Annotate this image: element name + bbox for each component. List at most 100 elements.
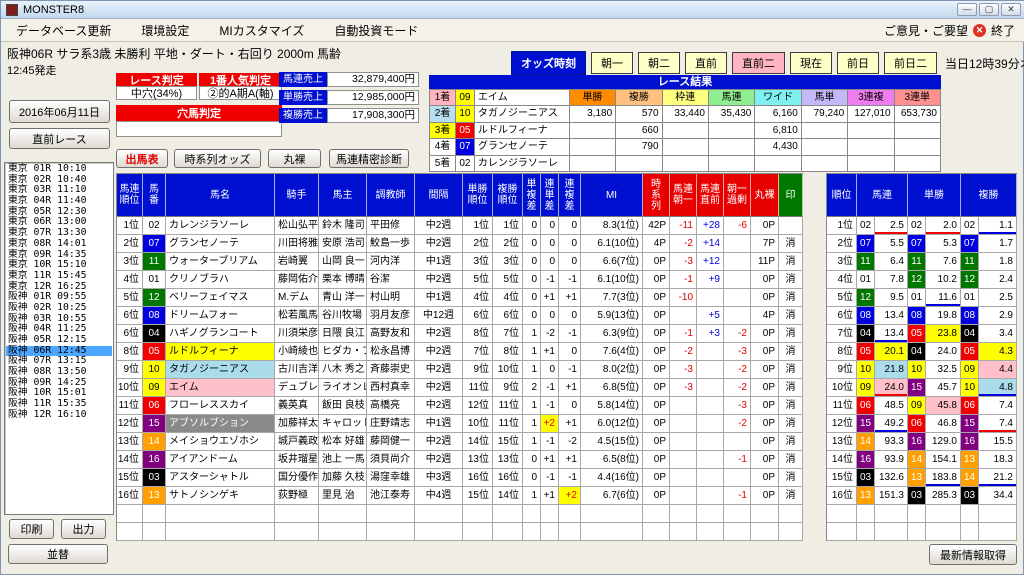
sort-button[interactable]: 並替 [8, 544, 108, 564]
odds-time-tab[interactable]: 朝二 [638, 52, 680, 74]
feedback-link[interactable]: ご意見・ご要望 [884, 22, 968, 39]
horse-number: 09 [961, 361, 979, 379]
cell-rt [541, 523, 559, 541]
table-row[interactable] [117, 505, 803, 523]
cell-tan_rank: 10位 [463, 415, 493, 433]
table-row[interactable]: 4位017.81210.2122.4 [827, 271, 1017, 289]
table-row[interactable]: 13位14メイショウエゾホシ城戸義政松本 好雄藤岡健一中2週14位15位1-1-… [117, 433, 803, 451]
table-row[interactable]: 7位0413.40523.8043.4 [827, 325, 1017, 343]
cell-owner: 安原 浩司 [319, 235, 367, 253]
odds-time-tab[interactable]: 現在 [790, 52, 832, 74]
print-button[interactable]: 印刷 [9, 519, 54, 539]
table-row[interactable]: 16位13サトノシンゲキ荻野極里見 治池江泰寿中4週15位14位1+1+26.7… [117, 487, 803, 505]
exit-icon[interactable]: ✕ [973, 24, 986, 37]
table-row[interactable] [827, 505, 1017, 523]
cell-rank: 1位 [117, 217, 143, 235]
horse-number: 14 [857, 433, 875, 451]
table-row[interactable]: 8位0520.10424.0054.3 [827, 343, 1017, 361]
race-list-item[interactable]: 東京 11R 15:45 [6, 271, 112, 282]
cell-kaj: -2 [724, 361, 751, 379]
table-row[interactable]: 10位09エイムデュブレライオンレ西村真幸中2週11位9位2-1+16.8(5位… [117, 379, 803, 397]
cell-interval: 中2週 [415, 361, 463, 379]
menu-item[interactable]: 環境設定 [126, 22, 204, 39]
table-row[interactable]: 2位075.5075.3071.7 [827, 235, 1017, 253]
cell-mark: 消 [779, 253, 803, 271]
cell-name: アイアンドーム [166, 451, 275, 469]
result-position: 3着 [430, 123, 456, 139]
table-row[interactable]: 11位0648.50945.8067.4 [827, 397, 1017, 415]
table-row[interactable]: 4位01クリノブラハ藤岡佑介栗本 博晴谷潔中2週5位5位0-1-16.1(10位… [117, 271, 803, 289]
output-button[interactable]: 出力 [61, 519, 106, 539]
table-row[interactable]: 1位022.5022.0021.1 [827, 217, 1017, 235]
action-button[interactable]: 馬連精密診断 [329, 149, 409, 168]
anauma-judge-value [116, 121, 282, 137]
table-row[interactable]: 6位0813.40819.8082.9 [827, 307, 1017, 325]
table-row[interactable]: 9位10タガノジーニアス古川吉洋八木 秀之斉藤崇史中2週9位10位10-18.0… [117, 361, 803, 379]
odds-time-tab[interactable]: 直前二 [732, 52, 785, 74]
table-row[interactable] [827, 523, 1017, 541]
table-row[interactable]: 16位13151.303285.30334.4 [827, 487, 1017, 505]
table-row[interactable]: 11位06フローレススカイ義英真飯田 良枝高橋亮中2週12位11位1-105.8… [117, 397, 803, 415]
table-row[interactable]: 15位03132.613183.81421.2 [827, 469, 1017, 487]
cell-rt: +1 [541, 289, 559, 307]
table-row[interactable]: 8位05ルドルフィーナ小崎綾也ヒダカ・ブ松永昌博中2週7位8位1+107.6(4… [117, 343, 803, 361]
table-row[interactable]: 5位129.50111.6012.5 [827, 289, 1017, 307]
col-header: 馬連 朝一 [670, 174, 697, 217]
horse-number: 10 [857, 361, 875, 379]
cell-rp: 0 [559, 397, 581, 415]
race-list[interactable]: 東京 01R 10:10東京 02R 10:40東京 03R 11:10東京 0… [4, 162, 114, 515]
table-row[interactable]: 6位04ハギノグランコート川須栄彦日隈 良江高野友和中2週8位7位1-2-16.… [117, 325, 803, 343]
action-button[interactable]: 丸裸 [268, 149, 321, 168]
horse-number: 15 [961, 415, 979, 433]
action-button[interactable]: 出馬表 [116, 149, 168, 168]
table-row[interactable]: 6位08ドリームフォー松若風馬谷川牧場羽月友彦中12週6位6位0005.9(13… [117, 307, 803, 325]
table-row[interactable]: 15位03アスターシャトル国分優作加藤 久枝湯窪幸雄中3週16位16位0-1-1… [117, 469, 803, 487]
horse-number: 09 [908, 397, 926, 415]
table-row[interactable]: 10位0924.01545.7104.8 [827, 379, 1017, 397]
date-button[interactable]: 2016年06月11日 [9, 100, 110, 123]
table-row[interactable] [117, 523, 803, 541]
odds-time-tab[interactable]: 前日 [837, 52, 879, 74]
cell-kaj [724, 289, 751, 307]
table-row[interactable]: 3位116.4117.6111.8 [827, 253, 1017, 271]
table-row[interactable]: 14位1693.914154.11318.3 [827, 451, 1017, 469]
cell-ts: 0P [643, 469, 670, 487]
race-list-item[interactable]: 阪神 12R 16:10 [6, 410, 112, 421]
minimize-button[interactable]: — [957, 3, 977, 16]
table-row[interactable]: 3位11ウォーターブリアム岩崎翼山岡 良一河内洋中1週3位3位0006.6(7位… [117, 253, 803, 271]
menu-item[interactable]: MIカスタマイズ [204, 22, 319, 39]
table-row[interactable]: 5位12ベリーフェイマスM.デム青山 洋一村山明中1週4位4位0+1+17.7(… [117, 289, 803, 307]
table-row[interactable]: 12位1549.20646.8157.4 [827, 415, 1017, 433]
cell-cho [697, 289, 724, 307]
horse-number: 01 [857, 271, 875, 289]
menu-item[interactable]: データベース更新 [1, 22, 126, 39]
table-row[interactable]: 2位07グランセノーテ川田将雅安原 浩司鮫島一歩中2週2位2位0006.1(10… [117, 235, 803, 253]
odds-time-tab[interactable]: 直前 [685, 52, 727, 74]
table-row[interactable]: 12位15アブソルブション加藤祥太キャロット庄野靖志中1週10位11位1+2+1… [117, 415, 803, 433]
exit-button[interactable]: 終了 [991, 22, 1015, 39]
cell-cho: +9 [697, 271, 724, 289]
cell-num: 06 [143, 397, 166, 415]
cell-rank: 6位 [827, 307, 857, 325]
action-button[interactable]: 時系列オッズ [174, 149, 261, 168]
cell-mark: 消 [779, 487, 803, 505]
table-row[interactable]: 13位1493.316129.01615.5 [827, 433, 1017, 451]
cell-ts [643, 505, 670, 523]
table-row[interactable]: 1位02カレンジラソーレ松山弘平鈴木 隆司平田修中2週1位1位0008.3(1位… [117, 217, 803, 235]
odds-time-tab[interactable]: 朝一 [591, 52, 633, 74]
close-button[interactable]: ✕ [1001, 3, 1021, 16]
payout-value [709, 123, 755, 139]
prev-race-button[interactable]: 直前レース [9, 128, 110, 149]
table-row[interactable]: 9位1021.81032.5094.4 [827, 361, 1017, 379]
horse-number: 15 [857, 415, 875, 433]
table-row[interactable]: 14位16アイアンドーム坂井瑠星池上 一馬須貝尚介中2週13位13位0+1+16… [117, 451, 803, 469]
col-header: 調教師 [367, 174, 415, 217]
cell-ts: 0P [643, 325, 670, 343]
refresh-button[interactable]: 最新情報取得 [929, 544, 1017, 565]
maximize-button[interactable]: ▢ [979, 3, 999, 16]
race-list-item[interactable]: 東京 08R 14:01 [6, 239, 112, 250]
odds-time-tab[interactable]: 前日二 [884, 52, 937, 74]
payout-value [802, 123, 848, 139]
cell-mark: 消 [779, 325, 803, 343]
menu-item[interactable]: 自動投資モード [319, 22, 433, 39]
